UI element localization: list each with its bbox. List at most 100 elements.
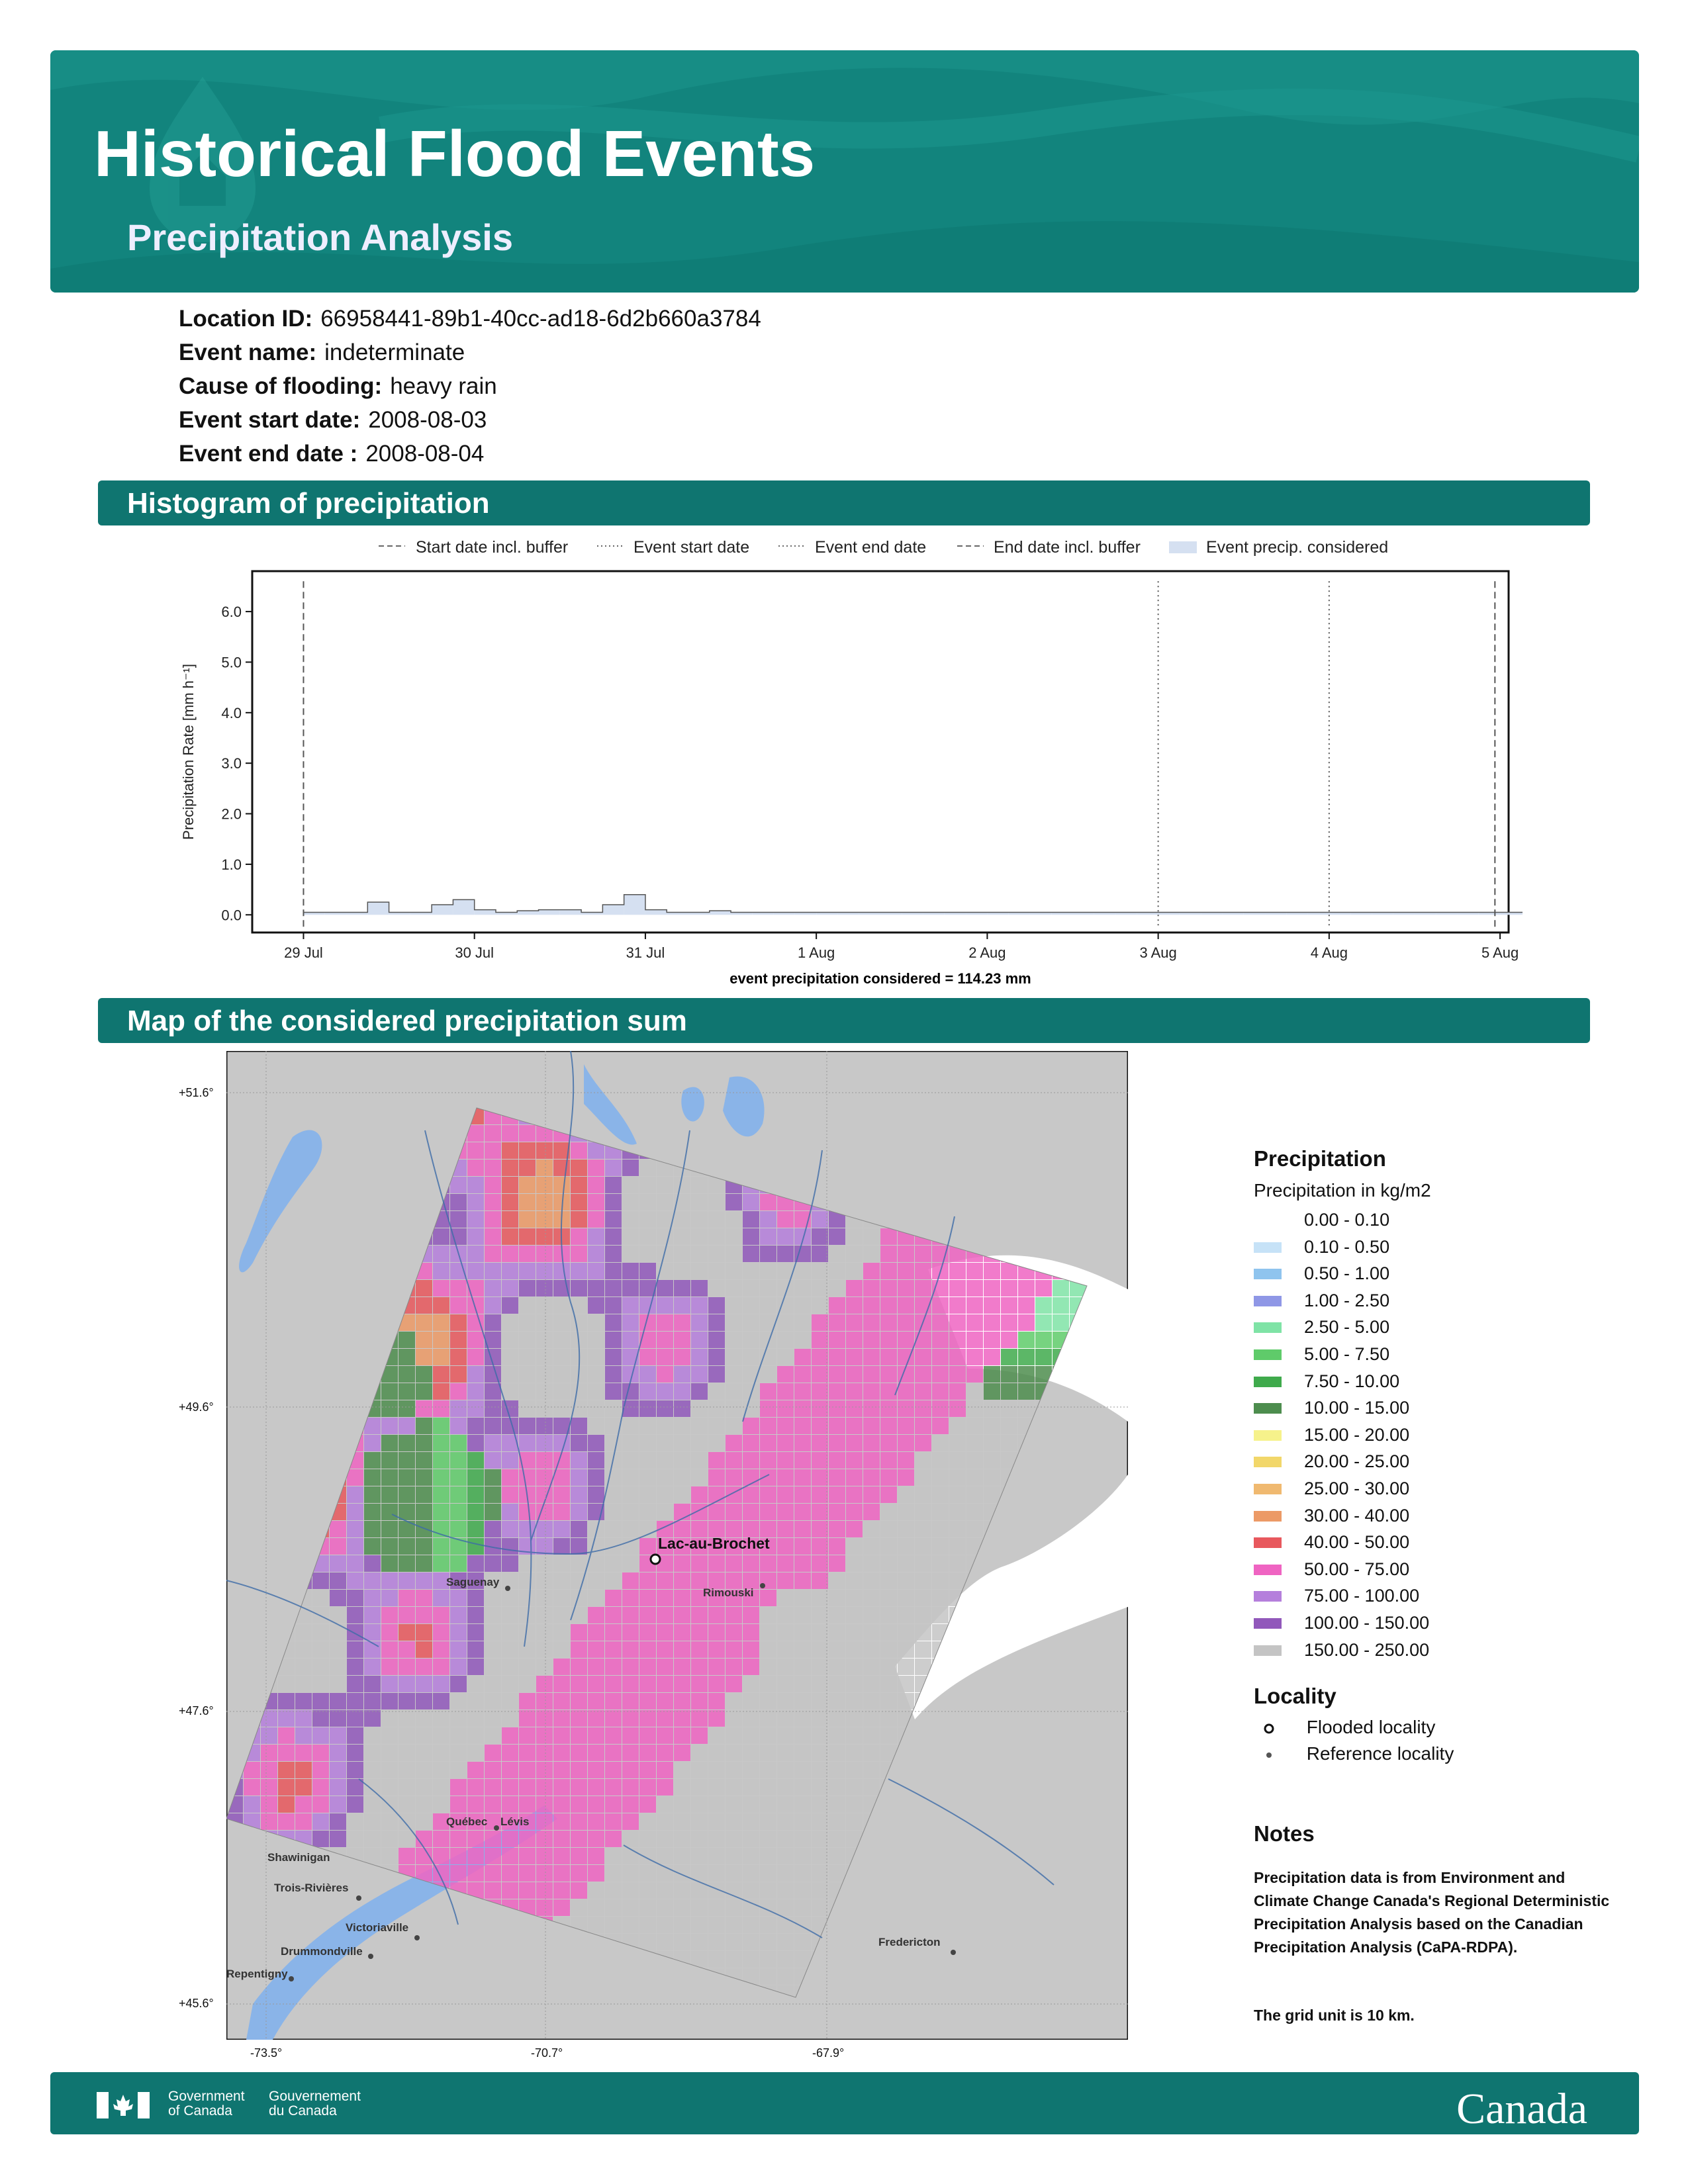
locality-label: Rimouski [703, 1586, 754, 1599]
grid-cell [674, 1366, 690, 1383]
grid-cell [399, 1779, 415, 1796]
gov-en: Government of Canada [168, 2089, 245, 2118]
legend-label: Reference locality [1306, 1743, 1454, 1764]
grid-cell [519, 1435, 536, 1451]
grid-cell [829, 1710, 845, 1727]
grid-cell [657, 1572, 673, 1589]
grid-cell [708, 1211, 725, 1228]
grid-cell [846, 1246, 863, 1262]
grid-cell [381, 1710, 398, 1727]
info-value: 66958441-89b1-40cc-ad18-6d2b660a3784 [320, 306, 761, 332]
grid-cell [691, 1469, 708, 1486]
grid-cell [863, 1280, 880, 1297]
grid-cell [708, 1418, 725, 1434]
grid-cell [880, 1383, 897, 1400]
grid-cell [519, 1796, 536, 1813]
info-label: Event end date : [179, 441, 358, 467]
grid-cell [863, 1246, 880, 1262]
grid-cell [743, 1848, 759, 1864]
grid-cell [880, 1590, 897, 1606]
grid-cell [691, 1418, 708, 1434]
grid-cell [261, 1762, 277, 1778]
info-value: indeterminate [324, 340, 465, 365]
grid-cell [330, 1796, 346, 1813]
grid-cell [812, 1762, 828, 1778]
grid-cell [777, 1624, 794, 1641]
grid-cell [880, 1641, 897, 1658]
grid-cell [812, 1400, 828, 1417]
grid-cell [467, 1693, 484, 1709]
grid-cell [571, 1831, 587, 1847]
grid-cell [639, 1400, 656, 1417]
plot-frame [251, 570, 1510, 934]
grid-cell [760, 1297, 776, 1314]
grid-cell [949, 1418, 966, 1434]
grid-cell [467, 1177, 484, 1193]
grid-cell [295, 1710, 312, 1727]
grid-cell [433, 1314, 449, 1331]
grid-cell [433, 1538, 449, 1555]
notes-text: Precipitation data is from Environment a… [1254, 1869, 1610, 1956]
grid-cell [519, 1314, 536, 1331]
grid-cell [743, 1435, 759, 1451]
grid-cell [588, 1710, 604, 1727]
color-swatch [1254, 1564, 1282, 1575]
grid-cell [708, 1607, 725, 1623]
grid-cell [450, 1228, 467, 1245]
grid-cell [261, 1745, 277, 1761]
grid-cell [777, 1934, 794, 1950]
grid-cell [639, 1659, 656, 1675]
grid-cell [966, 1504, 983, 1520]
grid-cell [760, 1246, 776, 1262]
grid-cell [777, 1813, 794, 1830]
grid-cell [502, 1383, 518, 1400]
grid-cell [364, 1538, 381, 1555]
grid-cell [777, 1951, 794, 1968]
grid-cell [794, 1263, 811, 1279]
grid-cell [674, 1710, 690, 1727]
grid-cell [760, 1865, 776, 1882]
grid-cell [863, 1400, 880, 1417]
grid-cell [381, 1607, 398, 1623]
grid-cell [829, 1383, 845, 1400]
grid-cell [502, 1572, 518, 1589]
grid-cell [416, 1555, 432, 1572]
grid-cell [657, 1435, 673, 1451]
grid-cell [639, 1934, 656, 1950]
grid-cell [295, 1796, 312, 1813]
grid-cell [708, 1813, 725, 1830]
grid-cell [416, 1745, 432, 1761]
grid-cell [467, 1624, 484, 1641]
grid-cell [949, 1366, 966, 1383]
grid-cell [588, 1349, 604, 1365]
grid-cell [622, 1469, 639, 1486]
grid-cell [588, 1882, 604, 1899]
grid-cell [674, 1641, 690, 1658]
grid-cell [932, 1400, 949, 1417]
grid-cell [674, 1745, 690, 1761]
grid-cell [898, 1572, 914, 1589]
grid-cell [381, 1504, 398, 1520]
grid-cell [416, 1504, 432, 1520]
grid-cell [657, 1762, 673, 1778]
grid-cell [467, 1555, 484, 1572]
grid-cell [674, 1280, 690, 1297]
grid-cell [829, 1693, 845, 1709]
grid-cell [674, 1693, 690, 1709]
color-swatch [1254, 1403, 1282, 1414]
grid-cell [536, 1177, 553, 1193]
grid-cell [708, 1676, 725, 1692]
grid-cell [760, 1418, 776, 1434]
legend-dotted-icon [778, 545, 805, 547]
grid-cell [450, 1452, 467, 1469]
grid-cell [416, 1486, 432, 1503]
grid-cell [1018, 1314, 1035, 1331]
grid-cell [605, 1899, 622, 1916]
grid-cell [502, 1865, 518, 1882]
grid-cell [726, 1934, 742, 1950]
grid-cell [812, 1366, 828, 1383]
flooded-locality-label: Lac-au-Brochet [658, 1535, 770, 1552]
grid-cell [708, 1659, 725, 1675]
grid-cell [674, 1917, 690, 1933]
grid-cell [812, 1813, 828, 1830]
